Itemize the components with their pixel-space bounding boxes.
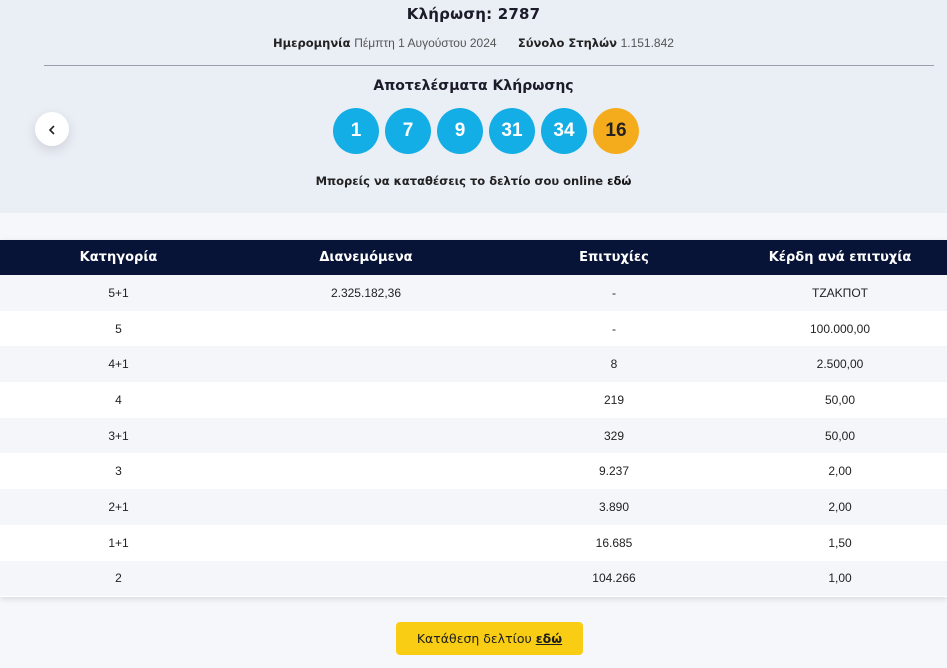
header-prize-per-winner: Κέρδη ανά επιτυχία — [768, 250, 912, 265]
online-text: Μπορείς να καταθέσεις το δελτίο σου onli… — [315, 174, 604, 188]
cell-prize: ΤΖΑΚΠΟΤ — [812, 285, 868, 300]
cell-category: 3+1 — [108, 428, 129, 443]
table-row: 4 219 50,00 — [0, 382, 947, 418]
draw-header: Κλήρωση: 2787 Ημερομηνία Πέμπτη 1 Αυγούσ… — [0, 0, 947, 213]
columns-label: Σύνολο Στηλών — [517, 36, 617, 50]
submit-ticket-link[interactable]: εδώ — [536, 631, 562, 646]
date-label: Ημερομηνία — [273, 36, 351, 50]
number-ball: 9 — [437, 108, 483, 154]
submit-ticket-button[interactable]: Κατάθεση δελτίου εδώ — [396, 622, 583, 655]
header-winners: Επιτυχίες — [579, 250, 649, 265]
cell-category: 5+1 — [108, 285, 129, 300]
cell-prize: 2.500,00 — [816, 357, 864, 372]
table-row: 4+1 8 2.500,00 — [0, 346, 947, 383]
table-row: 5 - 100.000,00 — [0, 310, 947, 347]
cell-winners: 329 — [603, 428, 625, 443]
prize-table: Κατηγορία Διανεμόμενα Επιτυχίες Κέρδη αν… — [0, 240, 947, 597]
cell-prize: 100.000,00 — [809, 321, 871, 336]
previous-draw-button[interactable] — [35, 112, 69, 146]
cell-prize: 2,00 — [828, 499, 852, 514]
table-body: 5+1 2.325.182,36 - ΤΖΑΚΠΟΤ 5 - 100.000,0… — [0, 275, 947, 597]
bonus-ball: 16 — [593, 108, 639, 154]
cell-prize: 1,50 — [828, 535, 852, 550]
table-row: 5+1 2.325.182,36 - ΤΖΑΚΠΟΤ — [0, 275, 947, 311]
cell-category: 4+1 — [108, 357, 129, 372]
cell-winners: 9.237 — [598, 464, 630, 479]
cell-category: 2+1 — [108, 499, 129, 514]
table-row: 3 9.237 2,00 — [0, 453, 947, 490]
number-ball: 31 — [489, 108, 535, 154]
table-header: Κατηγορία Διανεμόμενα Επιτυχίες Κέρδη αν… — [0, 240, 947, 275]
results-title: Αποτελέσματα Κλήρωσης — [373, 78, 574, 94]
cell-category: 3 — [115, 464, 122, 479]
cell-prize: 50,00 — [824, 392, 856, 407]
cell-winners: 3.890 — [598, 499, 630, 514]
cell-category: 5 — [115, 321, 122, 336]
number-ball: 7 — [385, 108, 431, 154]
draw-title: Κλήρωση: 2787 — [406, 5, 541, 23]
cell-distributed: 2.325.182,36 — [330, 285, 402, 300]
cell-prize: 50,00 — [824, 428, 856, 443]
cell-winners: 16.685 — [595, 535, 633, 550]
cell-category: 1+1 — [108, 535, 129, 550]
cell-winners: - — [612, 321, 616, 336]
online-link[interactable]: εδώ — [607, 174, 631, 188]
cell-prize: 2,00 — [828, 464, 852, 479]
cell-category: 4 — [115, 392, 122, 407]
table-row: 1+1 16.685 1,50 — [0, 524, 947, 561]
columns-value: 1.151.842 — [620, 36, 674, 50]
table-row: 2 104.266 1,00 — [0, 560, 947, 597]
date-value: Πέμπτη 1 Αυγούστου 2024 — [354, 36, 497, 50]
cell-winners: 8 — [610, 357, 618, 372]
table-row: 2+1 3.890 2,00 — [0, 489, 947, 525]
header-category: Κατηγορία — [79, 250, 158, 265]
cell-winners: - — [612, 285, 616, 300]
online-message: Μπορείς να καταθέσεις το δελτίο σου onli… — [0, 174, 947, 188]
cell-category: 2 — [115, 571, 122, 586]
cell-winners: 219 — [603, 392, 625, 407]
header-distributed: Διανεμόμενα — [319, 250, 413, 265]
cell-prize: 1,00 — [828, 571, 852, 586]
winning-numbers: 1 7 9 31 34 16 — [333, 108, 639, 154]
table-row: 3+1 329 50,00 — [0, 417, 947, 454]
divider — [44, 65, 934, 66]
number-ball: 1 — [333, 108, 379, 154]
chevron-left-icon — [47, 120, 57, 139]
number-ball: 34 — [541, 108, 587, 154]
submit-ticket-label: Κατάθεση δελτίου — [416, 631, 532, 646]
cell-winners: 104.266 — [592, 571, 636, 586]
draw-meta: Ημερομηνία Πέμπτη 1 Αυγούστου 2024 Σύνολ… — [0, 36, 947, 50]
